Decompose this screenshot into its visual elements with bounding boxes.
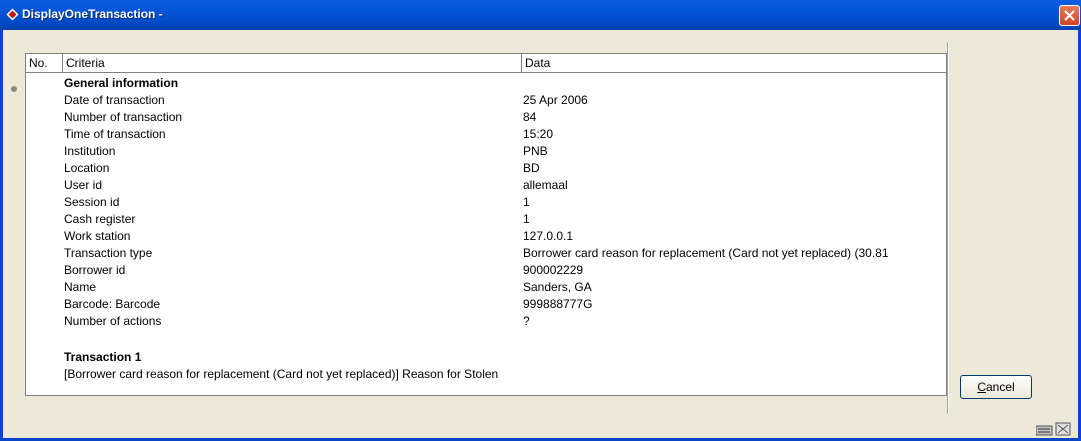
table-row[interactable]: Name Sanders, GA <box>26 280 946 297</box>
app-diamond-icon <box>6 8 19 21</box>
criteria-cell: Number of transaction <box>64 110 183 124</box>
table-row[interactable]: Date of transaction 25 Apr 2006 <box>26 93 946 110</box>
data-cell: PNB <box>523 144 548 158</box>
window-title: DisplayOneTransaction - <box>22 7 163 21</box>
section-transaction-1: Transaction 1 <box>64 350 142 364</box>
criteria-cell: Date of transaction <box>64 93 165 107</box>
data-cell: 84 <box>523 110 537 124</box>
table-row[interactable]: Session id 1 <box>26 195 946 212</box>
data-cell: 15:20 <box>523 127 554 141</box>
data-cell: Borrower card reason for replacement (Ca… <box>523 246 889 260</box>
data-cell: 999888777G <box>523 297 593 311</box>
column-header-data[interactable]: Data <box>522 54 946 72</box>
criteria-cell: Number of actions <box>64 314 162 328</box>
close-button[interactable] <box>1059 5 1080 26</box>
data-cell: 1 <box>523 212 530 226</box>
data-cell: ? <box>523 314 530 328</box>
row-indicator <box>11 86 17 92</box>
criteria-cell: Name <box>64 280 97 294</box>
table-row[interactable]: Location BD <box>26 161 946 178</box>
criteria-cell: Borrower id <box>64 263 126 277</box>
criteria-cell: Location <box>64 161 110 175</box>
data-cell: BD <box>523 161 540 175</box>
cancel-button[interactable]: Cancel <box>960 375 1032 399</box>
transaction-description: [Borrower card reason for replacement (C… <box>64 367 499 381</box>
keyboard-icon <box>1036 422 1071 436</box>
data-cell: Sanders, GA <box>523 280 592 294</box>
table-row[interactable]: Work station 127.0.0.1 <box>26 229 946 246</box>
data-cell: 1 <box>523 195 530 209</box>
table-row[interactable]: Barcode: Barcode 999888777G <box>26 297 946 314</box>
criteria-cell: Cash register <box>64 212 136 226</box>
criteria-cell: Session id <box>64 195 120 209</box>
grid-header: No. Criteria Data <box>26 54 946 73</box>
table-row[interactable]: Number of transaction 84 <box>26 110 946 127</box>
cancel-label: ancel <box>985 380 1015 394</box>
criteria-cell: User id <box>64 178 103 192</box>
criteria-cell: Work station <box>64 229 131 243</box>
window-frame-left <box>0 30 3 441</box>
column-header-criteria[interactable]: Criteria <box>63 54 522 72</box>
table-row[interactable]: Transaction type Borrower card reason for… <box>26 246 946 263</box>
table-row[interactable]: Cash register 1 <box>26 212 946 229</box>
data-cell: 127.0.0.1 <box>523 229 574 243</box>
criteria-cell: Transaction type <box>64 246 153 260</box>
table-row[interactable]: Borrower id 900002229 <box>26 263 946 280</box>
criteria-cell: Time of transaction <box>64 127 166 141</box>
panel-separator <box>947 42 949 414</box>
criteria-cell: Barcode: Barcode <box>64 297 161 311</box>
table-row[interactable]: Institution PNB <box>26 144 946 161</box>
transaction-grid[interactable]: No. Criteria Data General information Da… <box>25 53 947 396</box>
section-general-information: General information <box>64 76 179 90</box>
title-bar[interactable]: DisplayOneTransaction - <box>0 0 1081 30</box>
table-row[interactable]: Number of actions? <box>26 314 946 331</box>
data-cell: 900002229 <box>523 263 584 277</box>
cancel-accelerator: C <box>977 380 986 394</box>
criteria-cell: Institution <box>64 144 116 158</box>
table-row[interactable]: Time of transaction 15:20 <box>26 127 946 144</box>
column-header-no[interactable]: No. <box>26 54 63 72</box>
close-icon <box>1064 10 1075 21</box>
table-row[interactable]: User id allemaal <box>26 178 946 195</box>
data-cell: allemaal <box>523 178 568 192</box>
data-cell: 25 Apr 2006 <box>523 93 588 107</box>
